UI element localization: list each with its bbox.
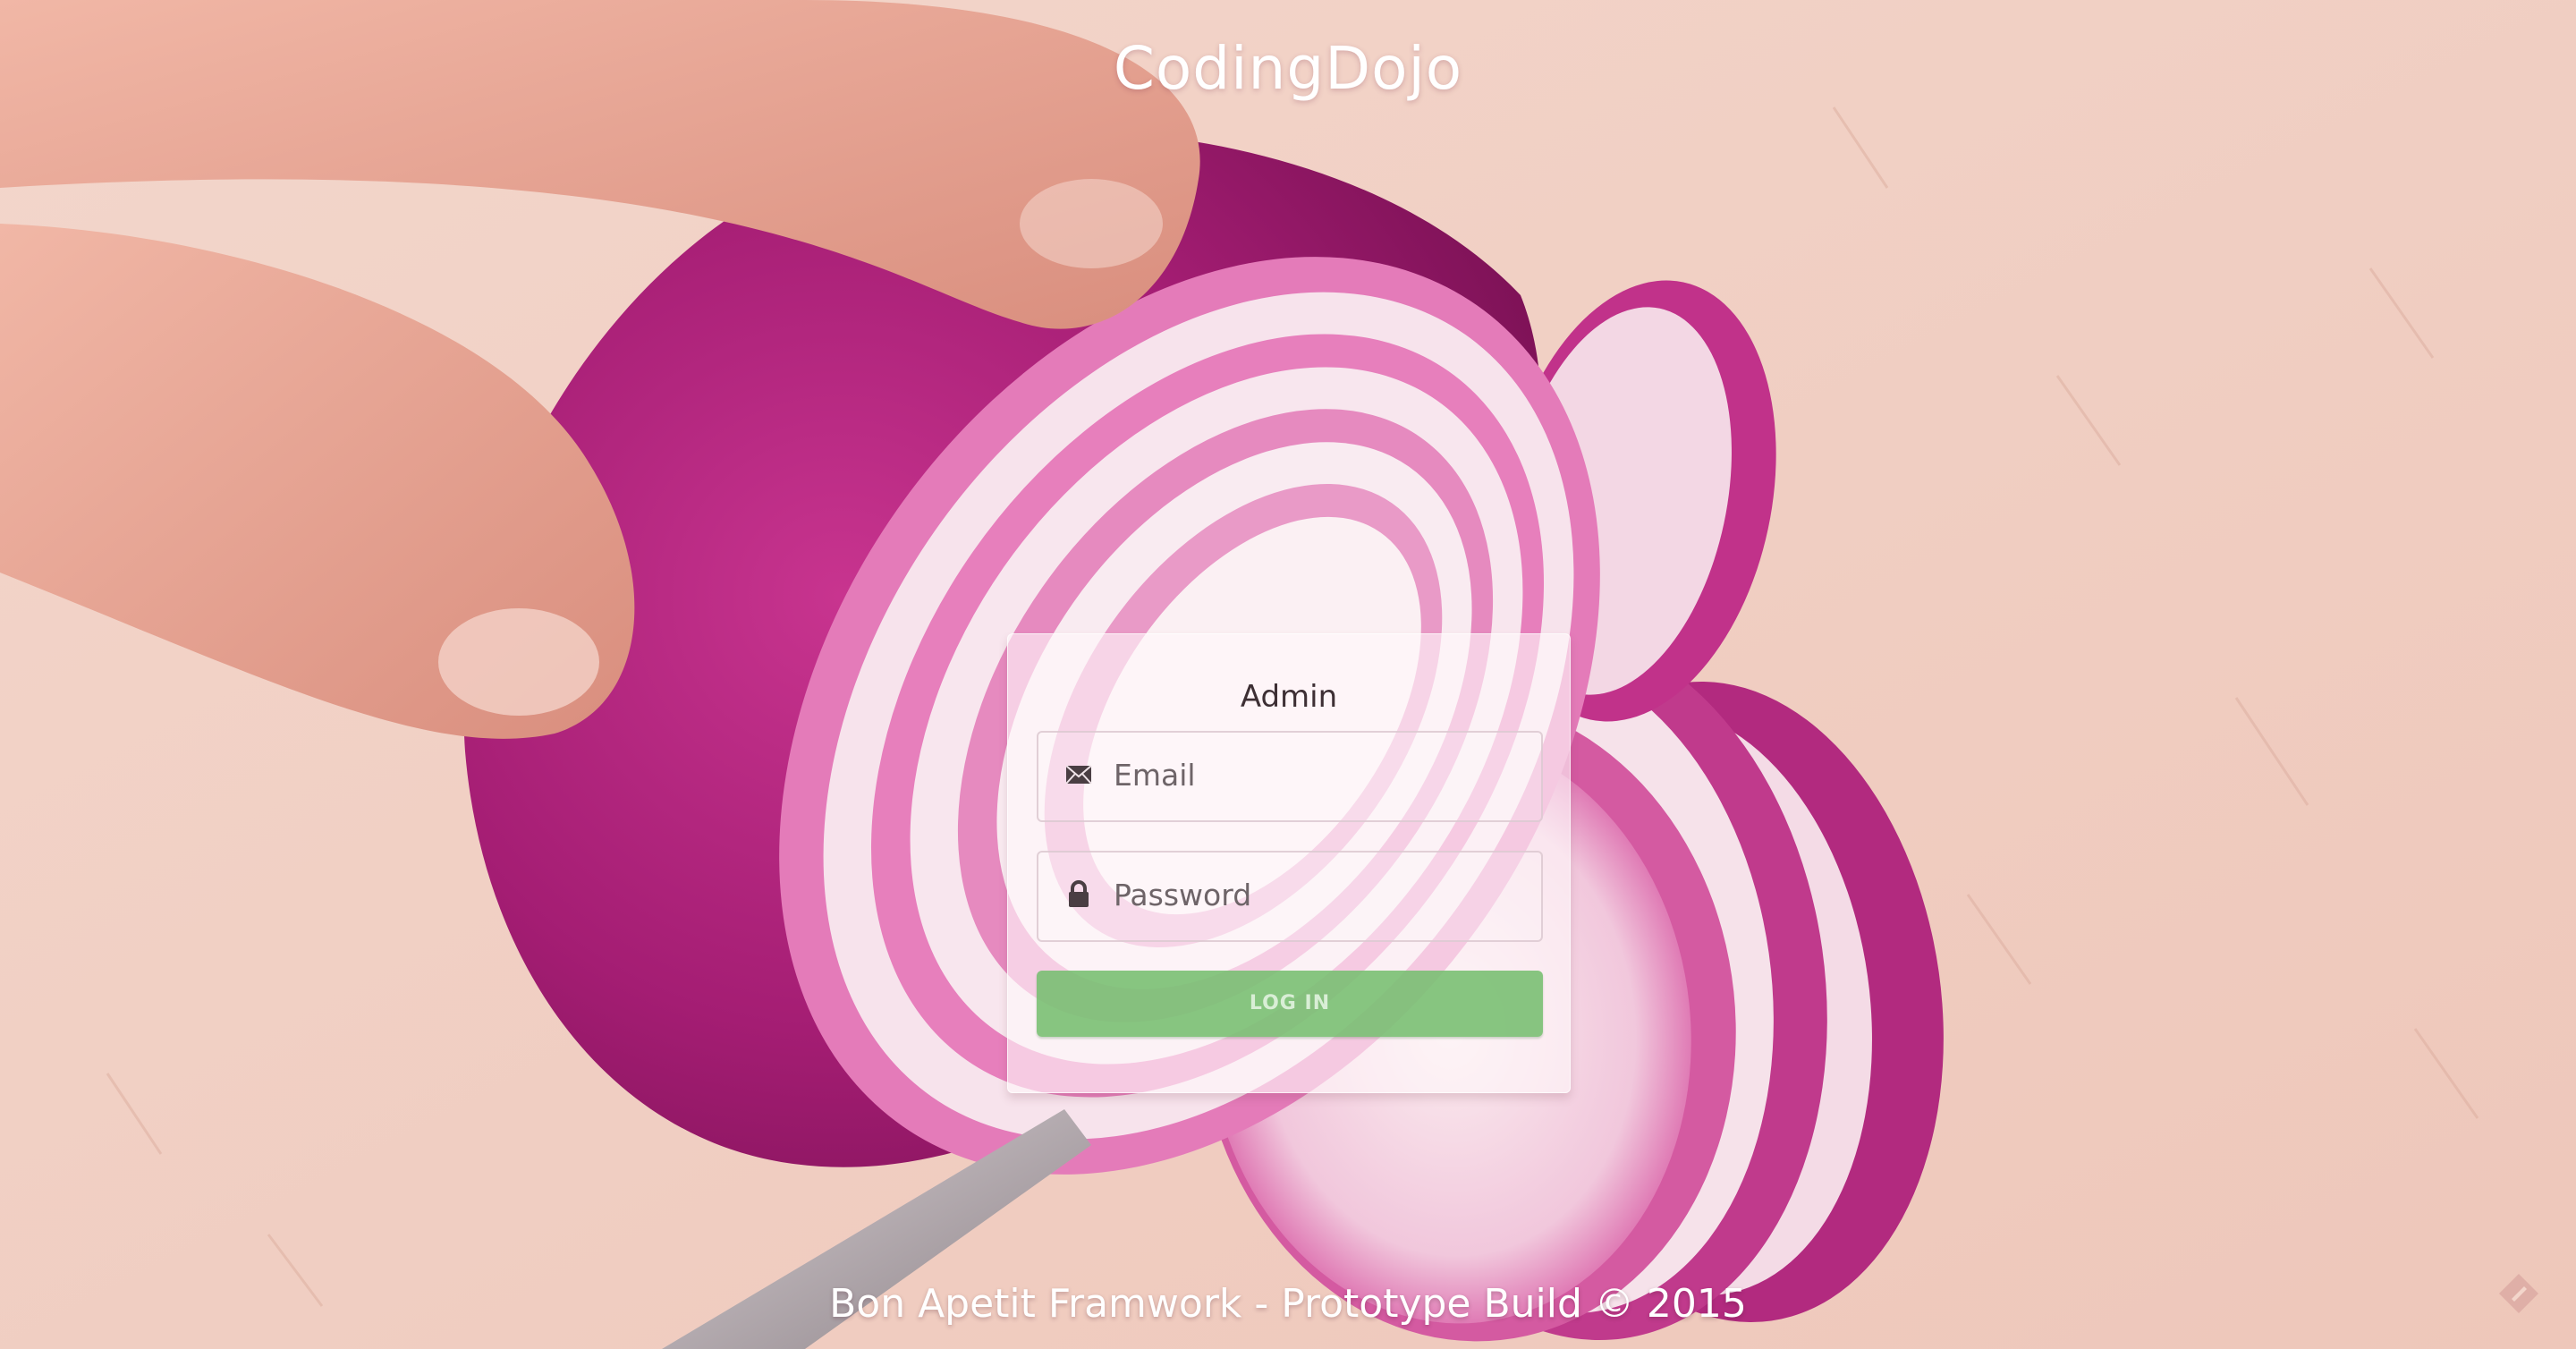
envelope-icon (1063, 759, 1094, 790)
password-field[interactable]: Password (1037, 851, 1543, 942)
login-card: Admin Email Password LOG IN (1007, 633, 1571, 1093)
footer-text: Bon Apetit Framwork - Prototype Build © … (829, 1281, 1747, 1327)
brand-title: CodingDojo (1113, 34, 1463, 103)
email-placeholder: Email (1114, 758, 1196, 793)
password-placeholder: Password (1114, 878, 1252, 912)
pencil-logo-icon (2497, 1272, 2540, 1315)
email-field[interactable]: Email (1037, 731, 1543, 822)
login-heading: Admin (1240, 679, 1338, 715)
lock-icon (1063, 879, 1094, 910)
login-button[interactable]: LOG IN (1037, 971, 1543, 1037)
